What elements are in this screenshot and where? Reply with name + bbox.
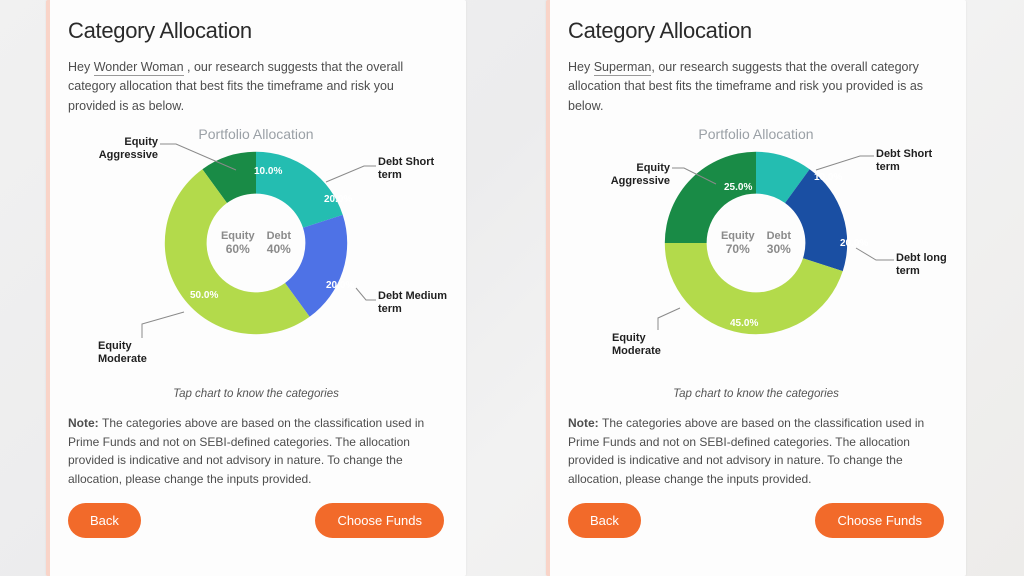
- page-title: Category Allocation: [68, 18, 444, 44]
- note-text: Note: The categories above are based on …: [68, 414, 444, 488]
- intro-text: Hey Superman, our research suggests that…: [568, 58, 944, 116]
- chart-caption: Tap chart to know the categories: [568, 388, 944, 400]
- pct-label: 20.0%: [324, 194, 352, 205]
- intro-text: Hey Wonder Woman , our research suggests…: [68, 58, 444, 116]
- pct-label: 25.0%: [724, 182, 752, 193]
- cat-label: Equity Aggressive: [86, 136, 158, 162]
- allocation-card-0: Category Allocation Hey Wonder Woman , o…: [46, 0, 466, 576]
- cat-label: Debt Short term: [876, 148, 946, 174]
- cat-label: Equity Aggressive: [598, 162, 670, 188]
- choose-funds-button[interactable]: Choose Funds: [315, 503, 444, 538]
- cat-label: Debt Short term: [378, 156, 448, 182]
- pct-label: 10.0%: [814, 172, 842, 183]
- cat-label: Debt long term: [896, 252, 950, 278]
- donut-chart[interactable]: Portfolio Allocation Equity60% Debt40% 1…: [68, 126, 444, 386]
- username: Wonder Woman: [94, 60, 184, 76]
- page-title: Category Allocation: [568, 18, 944, 44]
- pct-label: 50.0%: [190, 290, 218, 301]
- username: Superman: [594, 60, 652, 76]
- pct-label: 20.0%: [840, 238, 868, 249]
- pct-label: 45.0%: [730, 318, 758, 329]
- donut-chart[interactable]: Portfolio Allocation Equity70% Debt30% 2…: [568, 126, 944, 386]
- note-text: Note: The categories above are based on …: [568, 414, 944, 488]
- cat-label: Equity Moderate: [612, 332, 682, 358]
- choose-funds-button[interactable]: Choose Funds: [815, 503, 944, 538]
- allocation-card-1: Category Allocation Hey Superman, our re…: [546, 0, 966, 576]
- chart-caption: Tap chart to know the categories: [68, 388, 444, 400]
- cat-label: Debt Medium term: [378, 290, 448, 316]
- pct-label: 10.0%: [254, 166, 282, 177]
- chart-title: Portfolio Allocation: [568, 126, 944, 142]
- back-button[interactable]: Back: [568, 503, 641, 538]
- cat-label: Equity Moderate: [98, 340, 168, 366]
- pct-label: 20.0%: [326, 280, 354, 291]
- back-button[interactable]: Back: [68, 503, 141, 538]
